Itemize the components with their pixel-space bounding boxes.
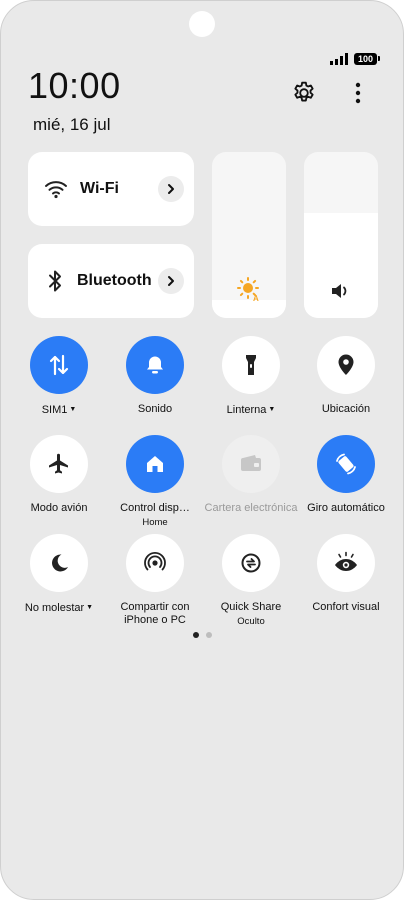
auto-brightness-icon: A — [237, 277, 259, 302]
tile-airplane[interactable]: Modo avión — [11, 435, 107, 515]
bell-icon — [147, 356, 163, 374]
date: mié, 16 jul — [33, 115, 111, 134]
cast-share-icon — [144, 551, 166, 571]
location-pin-icon — [338, 354, 354, 375]
home-icon — [147, 456, 163, 472]
tile-quick-share[interactable]: Quick Share Oculto — [203, 534, 299, 627]
tile-airplane-button[interactable] — [30, 435, 88, 493]
tile-eye-comfort-button[interactable] — [317, 534, 375, 592]
volume-level — [304, 213, 378, 318]
settings-button[interactable] — [288, 77, 320, 109]
tile-sim-button[interactable] — [30, 336, 88, 394]
chevron-right-icon — [168, 184, 174, 194]
tile-flashlight-label: Linterna ▼ — [226, 404, 276, 416]
tile-dnd[interactable]: No molestar ▼ — [11, 534, 107, 615]
volume-slider[interactable] — [304, 152, 378, 318]
page-dot-2[interactable] — [206, 632, 212, 638]
brightness-level — [212, 299, 286, 318]
tile-device-control-sublabel: Home — [142, 517, 168, 528]
moon-icon — [52, 554, 68, 572]
airplane-icon — [49, 453, 68, 474]
dropdown-caret-icon: ▼ — [268, 406, 276, 413]
tile-flashlight[interactable]: Linterna ▼ — [203, 336, 299, 417]
gear-icon — [294, 81, 314, 102]
tile-dnd-label: No molestar ▼ — [24, 602, 94, 614]
quick-settings-panel: 100 10:00 mié, 16 jul Wi-Fi Bluetooth A … — [0, 0, 404, 900]
front-camera-cutout — [189, 11, 215, 37]
tile-sound-label: Sonido — [137, 403, 173, 415]
tile-wallet-button — [222, 435, 280, 493]
tile-sound[interactable]: Sonido — [107, 336, 203, 416]
quick-share-icon — [241, 553, 261, 573]
more-vert-icon — [355, 82, 361, 104]
tile-eye-comfort[interactable]: Confort visual — [298, 534, 394, 614]
dropdown-caret-icon: ▼ — [86, 604, 94, 611]
tile-share-pc[interactable]: Compartir con iPhone o PC — [107, 534, 203, 627]
tile-share-pc-label: Compartir con iPhone o PC — [120, 601, 190, 626]
bluetooth-icon — [49, 270, 61, 292]
tile-flashlight-button[interactable] — [222, 336, 280, 394]
wallet-icon — [241, 455, 261, 471]
tile-sound-button[interactable] — [126, 336, 184, 394]
flashlight-icon — [246, 355, 256, 375]
svg-text:A: A — [253, 294, 259, 302]
eye-comfort-icon — [335, 551, 357, 571]
tile-rotation-label: Giro automático — [307, 502, 385, 514]
tile-device-control-label: Control disp… — [120, 502, 190, 514]
page-dot-1[interactable] — [193, 632, 199, 638]
tile-dnd-button[interactable] — [30, 534, 88, 592]
tile-quick-share-button[interactable] — [222, 534, 280, 592]
mobile-data-icon — [49, 354, 69, 376]
tile-sim-label: SIM1 ▼ — [41, 404, 77, 416]
clock: 10:00 — [28, 65, 121, 106]
status-bar: 100 — [329, 53, 381, 65]
page-indicator — [193, 632, 212, 638]
more-options-button[interactable] — [342, 77, 374, 109]
bluetooth-expand-button[interactable] — [158, 268, 184, 294]
tile-quick-share-sublabel: Oculto — [237, 616, 265, 627]
tile-rotation-button[interactable] — [317, 435, 375, 493]
signal-icon — [329, 53, 348, 65]
tile-device-control-button[interactable] — [126, 435, 184, 493]
tile-quick-share-label: Quick Share — [220, 601, 282, 613]
tile-wallet: Cartera electrónica — [203, 435, 299, 515]
tile-sim[interactable]: SIM1 ▼ — [11, 336, 107, 417]
tile-device-control[interactable]: Control disp… Home — [107, 435, 203, 528]
bluetooth-card[interactable]: Bluetooth — [28, 244, 194, 318]
bluetooth-label: Bluetooth — [77, 272, 152, 289]
battery-indicator: 100 — [353, 53, 381, 65]
tile-airplane-label: Modo avión — [30, 502, 88, 514]
wifi-card[interactable]: Wi-Fi — [28, 152, 194, 226]
tile-location[interactable]: Ubicación — [298, 336, 394, 416]
wifi-icon — [45, 181, 67, 199]
brightness-slider[interactable]: A — [212, 152, 286, 318]
tile-share-pc-button[interactable] — [126, 534, 184, 592]
tile-location-label: Ubicación — [321, 403, 371, 415]
dropdown-caret-icon: ▼ — [69, 406, 77, 413]
speaker-icon — [332, 284, 347, 298]
tile-eye-comfort-label: Confort visual — [312, 601, 380, 613]
wifi-label: Wi-Fi — [80, 180, 119, 197]
chevron-right-icon — [168, 276, 174, 286]
tile-location-button[interactable] — [317, 336, 375, 394]
tile-rotation[interactable]: Giro automático — [298, 435, 394, 515]
wifi-expand-button[interactable] — [158, 176, 184, 202]
auto-rotate-icon — [336, 453, 356, 475]
tile-wallet-label: Cartera electrónica — [204, 502, 298, 514]
